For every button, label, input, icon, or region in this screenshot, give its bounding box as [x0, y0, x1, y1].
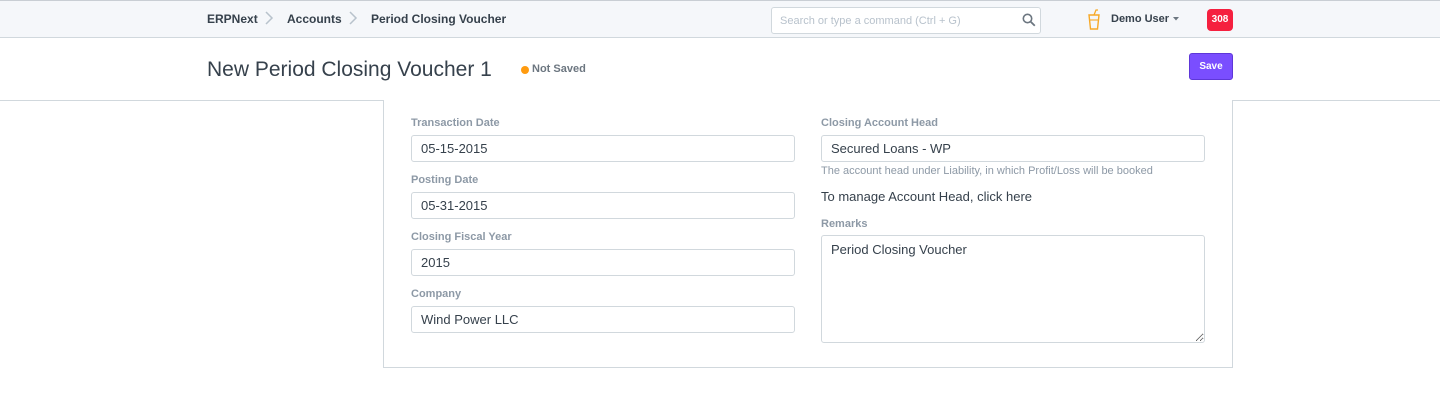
closing-account-head-label: Closing Account Head	[821, 117, 938, 129]
chevron-right-icon	[265, 11, 274, 25]
caret-down-icon[interactable]	[1172, 16, 1180, 22]
closing-fiscal-year-label: Closing Fiscal Year	[411, 231, 512, 243]
company-label: Company	[411, 288, 462, 300]
posting-date-label: Posting Date	[411, 174, 479, 186]
chevron-right-icon	[349, 11, 358, 25]
save-button[interactable]: Save	[1189, 53, 1233, 80]
search-box	[771, 7, 1041, 34]
navbar: ERPNext Accounts Period Closing Voucher …	[0, 0, 1440, 38]
cup-icon	[1088, 9, 1100, 30]
transaction-date-field[interactable]	[411, 135, 795, 162]
closing-account-head-field[interactable]	[821, 135, 1205, 162]
status-badge: Not Saved	[532, 63, 586, 75]
breadcrumb-accounts[interactable]: Accounts	[287, 12, 342, 26]
notification-badge[interactable]: 308	[1207, 9, 1233, 31]
remarks-field[interactable]: Period Closing Voucher	[821, 235, 1205, 343]
search-icon[interactable]	[1022, 13, 1036, 27]
company-field[interactable]	[411, 306, 795, 333]
breadcrumb-period-closing-voucher[interactable]: Period Closing Voucher	[371, 12, 506, 26]
remarks-label: Remarks	[821, 218, 868, 230]
form-section: Transaction Date Posting Date Closing Fi…	[383, 100, 1233, 368]
status-indicator-dot	[521, 66, 529, 74]
posting-date-field[interactable]	[411, 192, 795, 219]
closing-fiscal-year-field[interactable]	[411, 249, 795, 276]
breadcrumb-erpnext[interactable]: ERPNext	[207, 12, 258, 26]
manage-account-head-link[interactable]: To manage Account Head, click here	[821, 189, 1032, 204]
page-head: New Period Closing Voucher 1 Not Saved S…	[0, 38, 1440, 101]
transaction-date-label: Transaction Date	[411, 117, 500, 129]
closing-account-head-help: The account head under Liability, in whi…	[821, 165, 1153, 177]
search-input[interactable]	[772, 8, 1012, 33]
user-menu[interactable]: Demo User	[1111, 13, 1169, 25]
page-title: New Period Closing Voucher 1	[207, 58, 492, 81]
